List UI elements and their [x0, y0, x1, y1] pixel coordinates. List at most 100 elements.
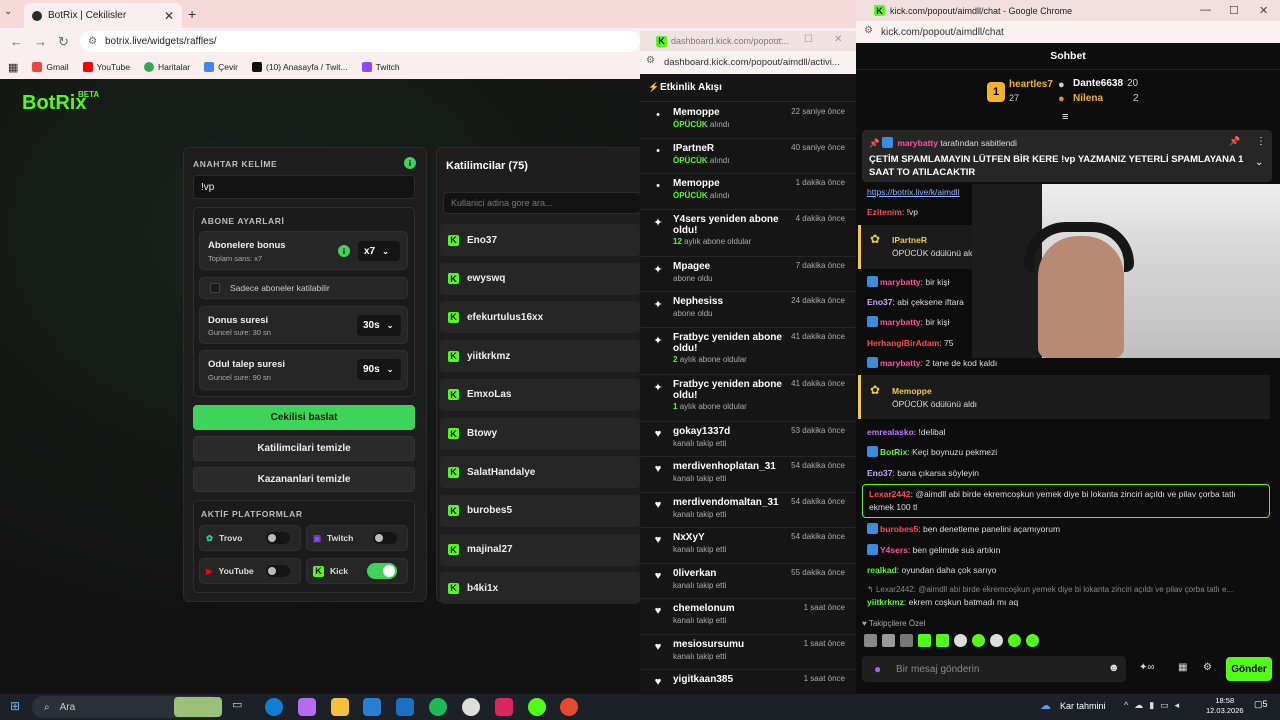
activity-item[interactable]: ♥ 0liverkan kanalı takip etti 55 dakika ön…: [641, 564, 855, 599]
channel-points-icon[interactable]: ✦∞: [1139, 662, 1155, 673]
platform-twitch[interactable]: ▣ Twitch: [306, 525, 408, 551]
clear-participants-button[interactable]: Katilimcilari temizle: [193, 436, 415, 461]
emote-icon[interactable]: [972, 634, 985, 647]
claim-dropdown[interactable]: 90s ⌄: [357, 359, 401, 380]
emote-icon[interactable]: [864, 634, 877, 647]
participant-row[interactable]: Kyiitkrkmz: [440, 340, 640, 373]
chat-username[interactable]: BotRix: [880, 447, 907, 457]
activity-item[interactable]: ✦ Y4sers yeniden abone oldu! 12 aylık abon…: [641, 210, 855, 257]
address-bar[interactable]: ⚙ botrix.live/widgets/raffles/: [80, 31, 640, 52]
platform-trovo[interactable]: ✿ Trovo: [199, 525, 301, 551]
bookmark-twitch[interactable]: Twitch: [361, 62, 400, 72]
minimize-icon[interactable]: —: [1200, 4, 1211, 16]
participant-row[interactable]: K EmxoLas: [440, 378, 640, 411]
maximize-icon[interactable]: ☐: [1229, 4, 1239, 17]
tray-icons[interactable]: ^☁▮▭◂: [1124, 700, 1185, 711]
bookmark-x[interactable]: (10) Anasayfa / Twit...: [251, 62, 348, 72]
duration-dropdown[interactable]: 30s ⌄: [357, 315, 401, 336]
obs-icon[interactable]: [462, 698, 480, 716]
spotify-icon[interactable]: [429, 698, 447, 716]
tab-botrix[interactable]: BotRix | Cekilisler ✕: [24, 3, 182, 28]
leader-second-name[interactable]: Dante6638: [1073, 78, 1123, 89]
site-info-icon[interactable]: ⚙: [88, 36, 97, 47]
notification-icon[interactable]: ▢5: [1254, 699, 1268, 710]
twitch-toggle[interactable]: [373, 532, 397, 544]
emote-icon[interactable]: [918, 634, 931, 647]
chat-input[interactable]: Bir mesaj gönderin: [862, 656, 1126, 682]
participant-row[interactable]: K Btowy: [440, 417, 640, 450]
participant-row[interactable]: K Eno37: [440, 224, 640, 256]
activity-item[interactable]: ♥ gokay1337d kanalı takip etti 53 dakika ö…: [641, 422, 855, 457]
platform-youtube[interactable]: ▶ YouTube: [199, 558, 301, 584]
emote-icon[interactable]: [882, 634, 895, 647]
site-info-icon[interactable]: ⚙: [646, 55, 655, 66]
chat-username[interactable]: marybatty: [880, 317, 921, 327]
activity-item[interactable]: ✦ Fratbyc yeniden abone oldu! 2 aylık abon…: [641, 328, 855, 375]
emote-icon[interactable]: [1008, 634, 1021, 647]
chat-username[interactable]: HerhangiBirAdam: [867, 338, 939, 348]
chat-username[interactable]: yiitkrkmz: [867, 597, 904, 607]
store-app-icon[interactable]: [363, 698, 381, 716]
emote-icon[interactable]: [954, 634, 967, 647]
app-icon[interactable]: [495, 698, 513, 716]
info-icon[interactable]: i: [404, 157, 416, 169]
sub-only-row[interactable]: Sadece aboneler katilabilir: [199, 277, 408, 299]
close-icon[interactable]: ✕: [834, 34, 842, 45]
participant-row[interactable]: Kefekurtulus16xx: [440, 301, 640, 334]
mail-icon[interactable]: [396, 698, 414, 716]
chat-username[interactable]: realkad: [867, 565, 897, 575]
activity-item[interactable]: ✦ Mpagee abone oldu 7 dakika önce: [641, 257, 855, 292]
participant-row[interactable]: Kewyswq: [440, 262, 640, 295]
activity-item[interactable]: • Memoppe ÖPÜCÜK alındı 1 dakika önce: [641, 174, 855, 210]
chat-message[interactable]: burobes5: ben denetleme panelini açamıyo…: [867, 523, 1277, 535]
chat-username[interactable]: burobes5: [880, 524, 918, 534]
clear-winners-button[interactable]: Kazananlari temizle: [193, 467, 415, 492]
kick-toggle[interactable]: [367, 563, 397, 579]
forward-icon[interactable]: →: [34, 34, 47, 49]
settings-gear-icon[interactable]: ⚙: [1203, 662, 1212, 673]
activity-item[interactable]: • Memoppe ÖPÜCÜK alındı 22 saniye önce: [641, 103, 855, 139]
chat-message[interactable]: emrealasko: !delibal: [867, 426, 1277, 438]
emote-icon[interactable]: [900, 634, 913, 647]
copilot-icon[interactable]: [298, 698, 316, 716]
chat-username[interactable]: Y4sers: [880, 545, 908, 555]
activity-item[interactable]: • IPartneR ÖPÜCÜK alındı 40 saniye önce: [641, 139, 855, 174]
participant-row[interactable]: Kb4ki1x: [440, 572, 640, 605]
chat-message[interactable]: yiitkrkmz: ekrem coşkun batmadı mı aq: [867, 596, 1277, 608]
windows-start-icon[interactable]: ⊞: [10, 699, 20, 713]
activity-address-bar[interactable]: dashboard.kick.com/popout/aimdll/activi.…: [640, 51, 856, 74]
leader-third-name[interactable]: Nilena: [1073, 93, 1103, 104]
microphone-icon[interactable]: ●: [874, 662, 881, 676]
tab-search-chevron-icon[interactable]: ⌄: [4, 6, 12, 17]
sub-only-checkbox[interactable]: [210, 283, 220, 293]
activity-item[interactable]: ✦ Fratbyc yeniden abone oldu! 1 aylık abon…: [641, 375, 855, 422]
send-button[interactable]: Gönder: [1226, 657, 1272, 681]
reload-icon[interactable]: ↻: [58, 34, 69, 50]
chat-username[interactable]: Eno37: [867, 468, 893, 478]
chat-username[interactable]: emrealasko: [867, 427, 914, 437]
close-icon[interactable]: ✕: [1259, 4, 1268, 17]
activity-item[interactable]: ✦ Nephesiss abone oldu 24 dakika önce: [641, 292, 855, 328]
participant-row[interactable]: K SalatHandalye: [440, 456, 640, 489]
bookmark-youtube[interactable]: YouTube: [82, 62, 130, 72]
participant-row[interactable]: Kmajinal27: [440, 533, 640, 566]
unpin-icon[interactable]: 📌: [1229, 136, 1240, 147]
file-explorer-icon[interactable]: [331, 698, 349, 716]
bookmark-gmail[interactable]: Gmail: [32, 62, 69, 72]
weather-text[interactable]: Kar tahmini: [1060, 701, 1106, 711]
activity-item[interactable]: ♥ merdivendomaltan_31 kanalı takip etti 54…: [641, 493, 855, 528]
raffle-link[interactable]: https://botrix.live/k/aimdll: [867, 186, 977, 198]
emote-icon[interactable]: [1026, 634, 1039, 647]
chat-username[interactable]: marybatty: [880, 277, 921, 287]
chevron-down-icon[interactable]: ⌄: [1255, 157, 1263, 168]
emote-icon[interactable]: [990, 634, 1003, 647]
redeem-user[interactable]: Memoppe: [892, 385, 1280, 397]
start-raffle-button[interactable]: Cekilisi baslat: [193, 405, 415, 430]
apps-grid-icon[interactable]: ▦: [8, 61, 18, 74]
bookmark-maps[interactable]: Haritalar: [144, 62, 190, 72]
back-icon[interactable]: ←: [10, 34, 23, 49]
platform-kick[interactable]: K Kick: [306, 558, 408, 584]
close-tab-icon[interactable]: ✕: [164, 9, 174, 23]
site-info-icon[interactable]: ⚙: [864, 25, 873, 36]
leader-first-name[interactable]: heartles7: [1009, 79, 1053, 90]
